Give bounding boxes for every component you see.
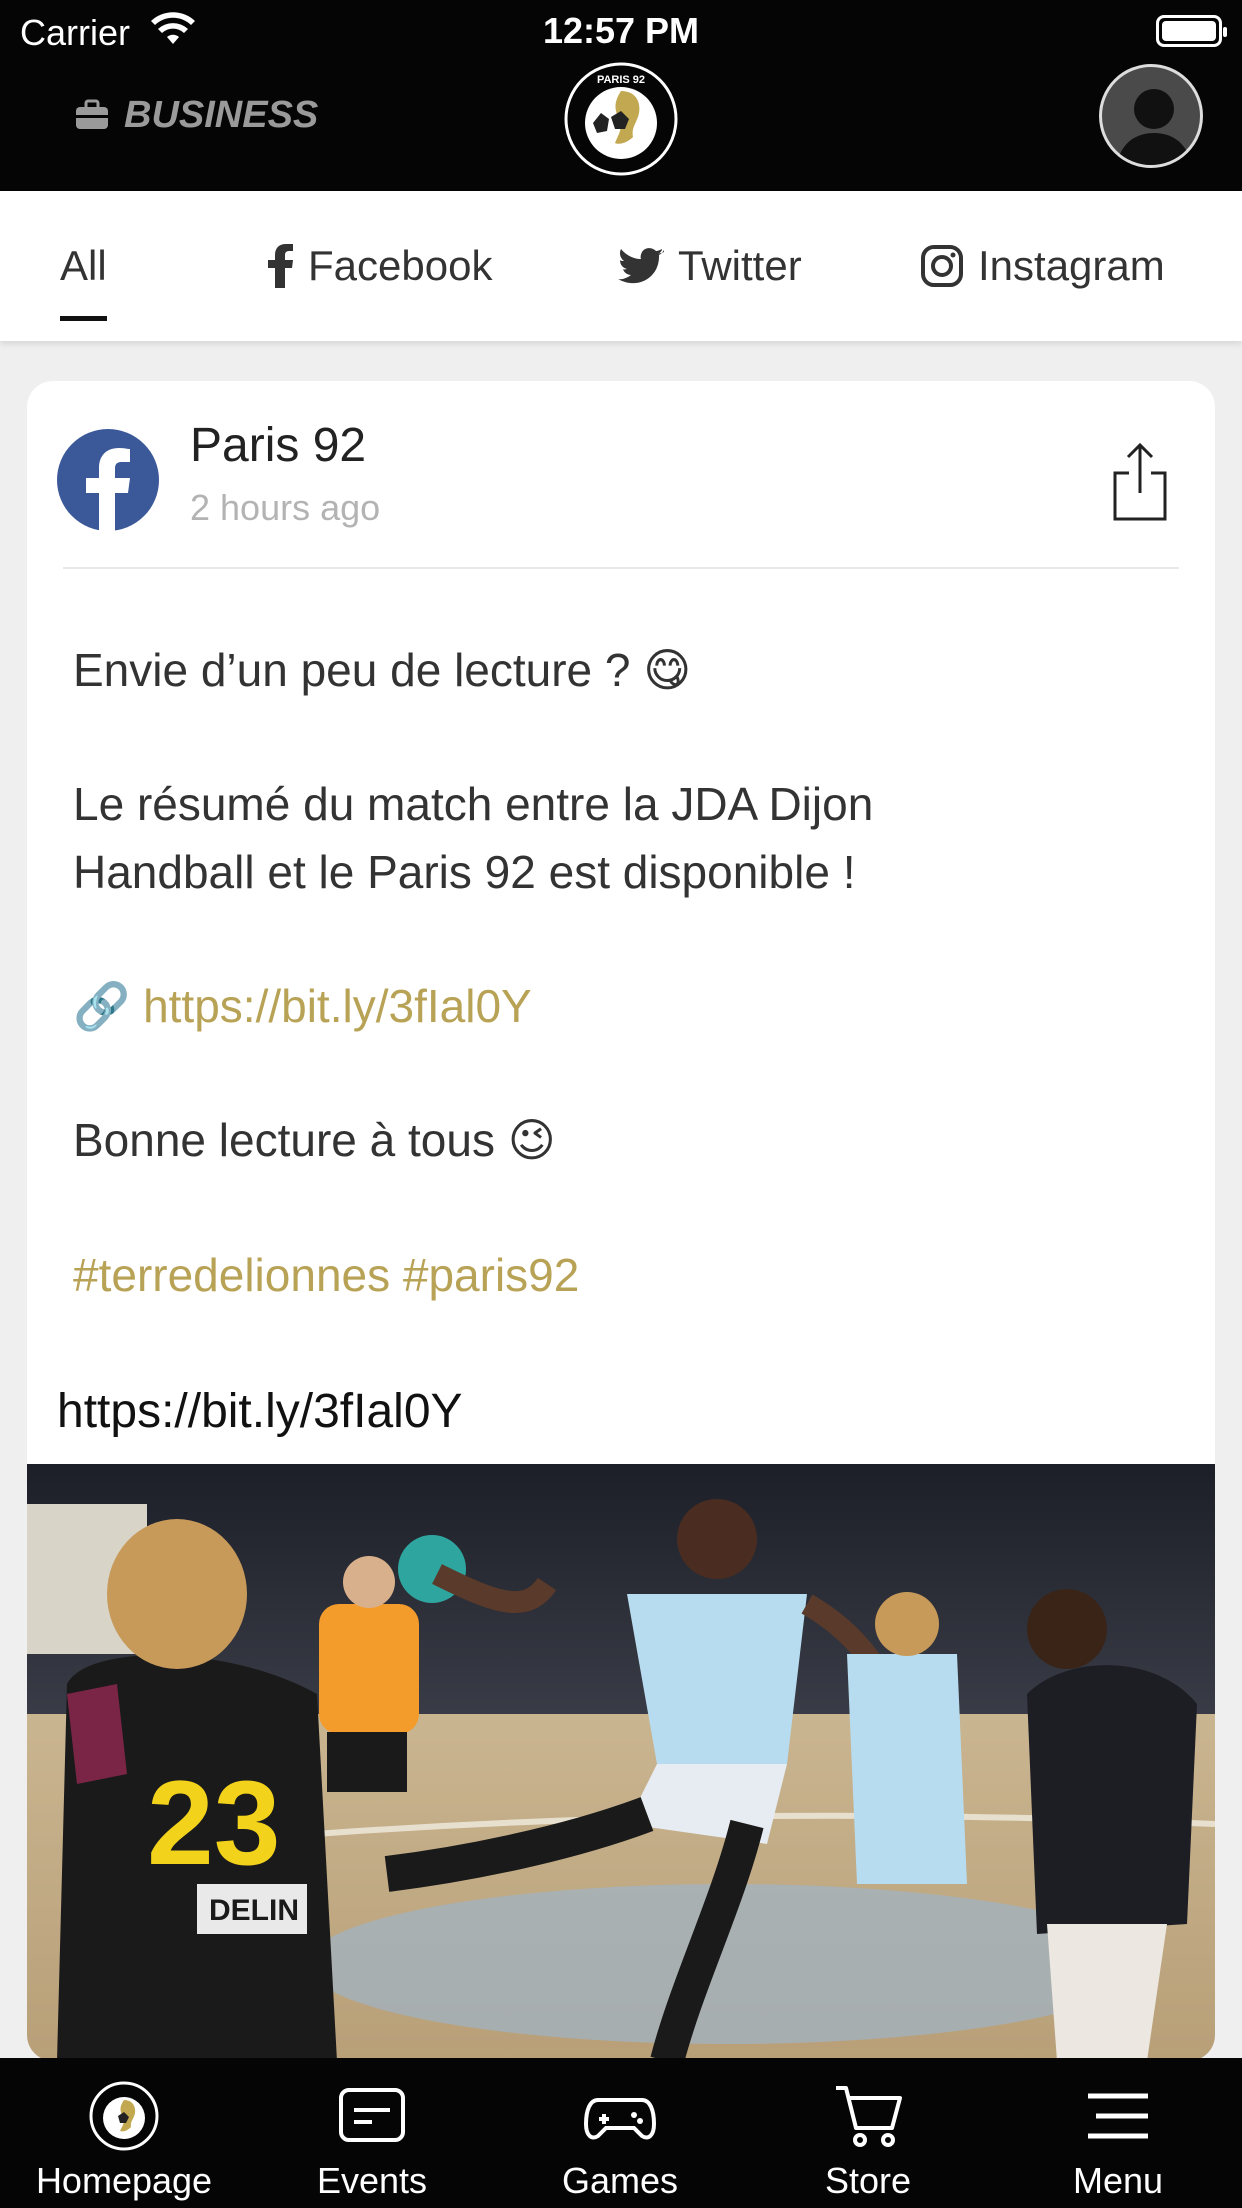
card-divider xyxy=(63,567,1179,569)
nav-store[interactable]: Store xyxy=(744,2058,992,2208)
instagram-icon xyxy=(921,245,963,287)
post-hashtags[interactable]: #terredelionnes #paris92 xyxy=(73,1241,579,1309)
post-link[interactable]: https://bit.ly/3fIal0Y xyxy=(143,980,532,1032)
tab-all[interactable]: All xyxy=(60,191,107,341)
nav-store-label: Store xyxy=(824,2160,912,2201)
nav-events[interactable]: Events xyxy=(248,2058,496,2208)
twitter-icon xyxy=(618,248,664,284)
post-author[interactable]: Paris 92 xyxy=(190,418,366,473)
facebook-icon xyxy=(268,244,293,288)
status-bar: Carrier 12:57 PM xyxy=(0,0,1242,62)
post-photo[interactable]: 23 DELIN xyxy=(27,1464,1215,2061)
tab-instagram[interactable]: Instagram xyxy=(920,191,1165,341)
tab-instagram-label: Instagram xyxy=(978,242,1165,289)
gamepad-icon xyxy=(584,2098,656,2140)
logo-text: PARIS 92 xyxy=(597,74,645,86)
bottom-navigation: Homepage Events Games Store Menu xyxy=(0,2058,1242,2208)
avatar[interactable] xyxy=(1099,64,1203,168)
user-silhouette-icon xyxy=(1116,89,1192,165)
tab-facebook[interactable]: Facebook xyxy=(268,191,492,341)
facebook-icon xyxy=(57,429,159,531)
top-header: Carrier 12:57 PM BUSINESS PARIS 92 xyxy=(0,0,1242,191)
nav-menu-label: Menu xyxy=(1072,2160,1164,2201)
nav-games[interactable]: Games xyxy=(496,2058,744,2208)
paris92-logo[interactable]: PARIS 92 xyxy=(563,61,679,177)
jersey-number: 23 xyxy=(147,1756,280,1890)
post-timestamp: 2 hours ago xyxy=(190,487,381,528)
share-icon[interactable] xyxy=(1107,439,1173,523)
cart-icon xyxy=(836,2086,902,2147)
tab-twitter-label: Twitter xyxy=(678,242,802,289)
briefcase-icon xyxy=(76,99,108,129)
tab-twitter[interactable]: Twitter xyxy=(618,191,802,341)
nav-games-label: Games xyxy=(561,2160,679,2201)
post-text-line: Le résumé du match entre la JDA Dijon xyxy=(73,778,874,830)
battery-icon xyxy=(1156,15,1227,47)
filter-tabs: All Facebook Twitter Instagram xyxy=(0,191,1242,341)
clock: 12:57 PM xyxy=(542,10,700,51)
link-icon: 🔗 xyxy=(73,980,131,1032)
menu-icon xyxy=(1088,2093,1148,2139)
tab-all-label: All xyxy=(60,242,107,289)
link-preview-url[interactable]: https://bit.ly/3fIal0Y xyxy=(57,1384,463,1439)
tab-facebook-label: Facebook xyxy=(308,242,493,289)
nav-events-label: Events xyxy=(316,2160,428,2201)
business-link[interactable]: BUSINESS xyxy=(74,92,318,138)
message-icon xyxy=(339,2088,405,2142)
jersey-sponsor: DELIN xyxy=(209,1894,299,1927)
nav-menu[interactable]: Menu xyxy=(994,2058,1242,2208)
business-label: BUSINESS xyxy=(124,93,319,136)
post-text-line: Envie d’un peu de lecture ? 😋 xyxy=(73,644,692,696)
post-link-line: 🔗 https://bit.ly/3fIal0Y xyxy=(73,972,532,1040)
post-text-line: Handball et le Paris 92 est disponible ! xyxy=(73,846,856,898)
post-card[interactable]: Paris 92 2 hours ago Envie d’un peu de l… xyxy=(27,381,1215,2061)
nav-homepage-label: Homepage xyxy=(35,2160,213,2201)
nav-homepage[interactable]: Homepage xyxy=(0,2058,248,2208)
paris92-logo-icon xyxy=(89,2081,159,2151)
post-text-line: Bonne lecture à tous 😉 xyxy=(73,1114,556,1166)
